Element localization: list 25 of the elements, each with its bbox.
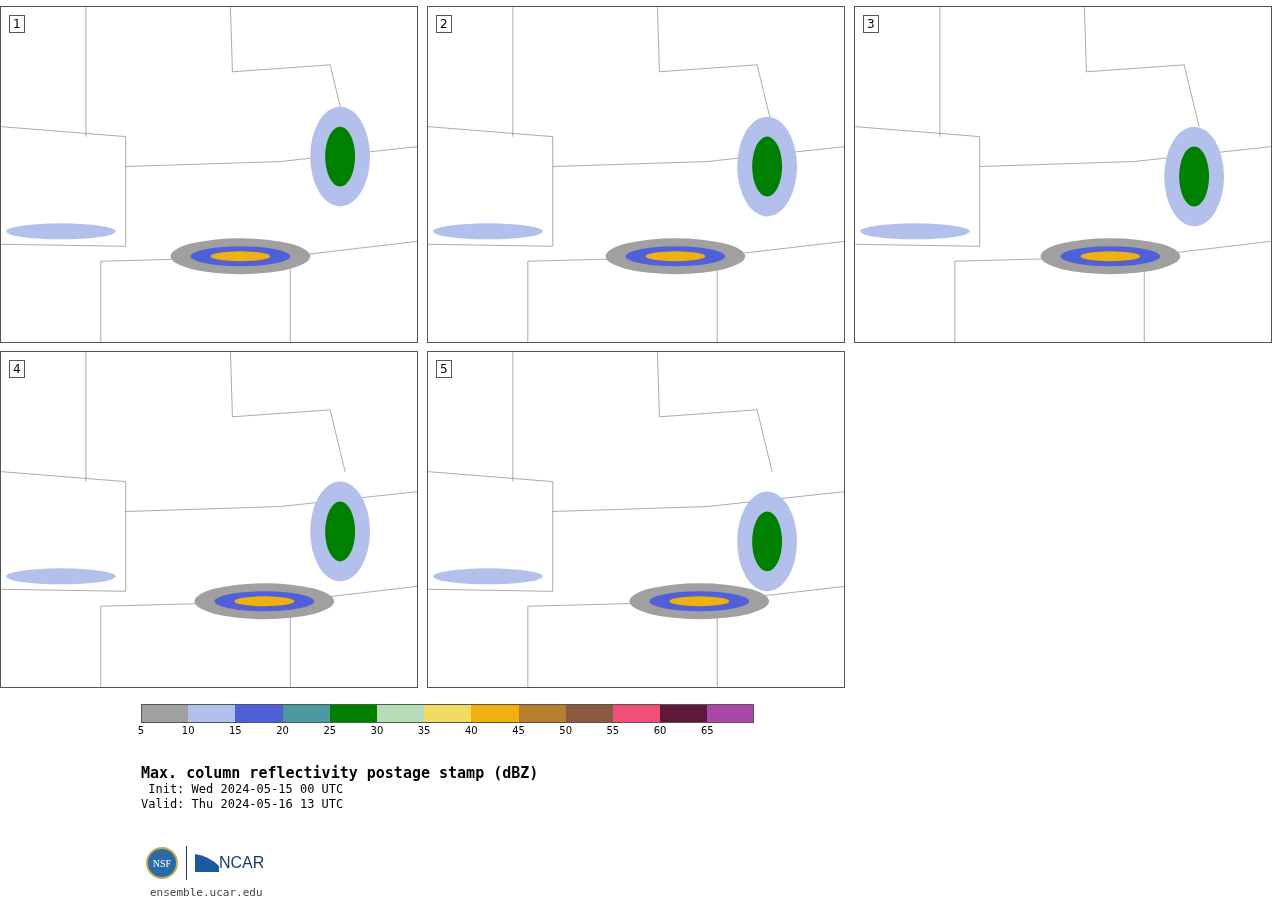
colorbar-tick-label: 25 bbox=[323, 725, 337, 736]
colorbar-tick-label: 35 bbox=[417, 725, 431, 736]
colorbar-tick-label: 20 bbox=[276, 725, 289, 736]
panel-number: 2 bbox=[436, 15, 452, 33]
colorbar-tick-label: 40 bbox=[464, 725, 478, 736]
ncar-logo-text: NCAR bbox=[219, 854, 265, 872]
colorbar-tick-label: 10 bbox=[181, 725, 195, 736]
colorbar-tick-label: 50 bbox=[559, 725, 573, 736]
chart-title: Max. column reflectivity postage stamp (dBZ) bbox=[141, 764, 540, 782]
valid-time: Valid: Thu 2024-05-16 13 UTC bbox=[141, 797, 345, 812]
colorbar-tick-label: 15 bbox=[229, 725, 242, 736]
ncar-logo-icon bbox=[195, 854, 219, 872]
colorbar-tick-label: 60 bbox=[653, 725, 667, 736]
colorbar-tick-label: 55 bbox=[606, 725, 620, 736]
colorbar-tick-label: 5 bbox=[137, 725, 145, 736]
init-time: Init: Wed 2024-05-15 00 UTC bbox=[147, 782, 345, 797]
nsf-seal-logo: NSF bbox=[146, 847, 178, 879]
panel-number: 1 bbox=[9, 15, 25, 33]
panel-number: 5 bbox=[436, 360, 452, 378]
panel-number: 4 bbox=[9, 360, 25, 378]
website-url: ensemble.ucar.edu bbox=[150, 886, 264, 899]
colorbar-tick-label: 45 bbox=[512, 725, 525, 736]
colorbar-tick-label: 65 bbox=[700, 725, 714, 736]
panel-number: 3 bbox=[863, 15, 879, 33]
colorbar-tick-label: 30 bbox=[370, 725, 384, 736]
